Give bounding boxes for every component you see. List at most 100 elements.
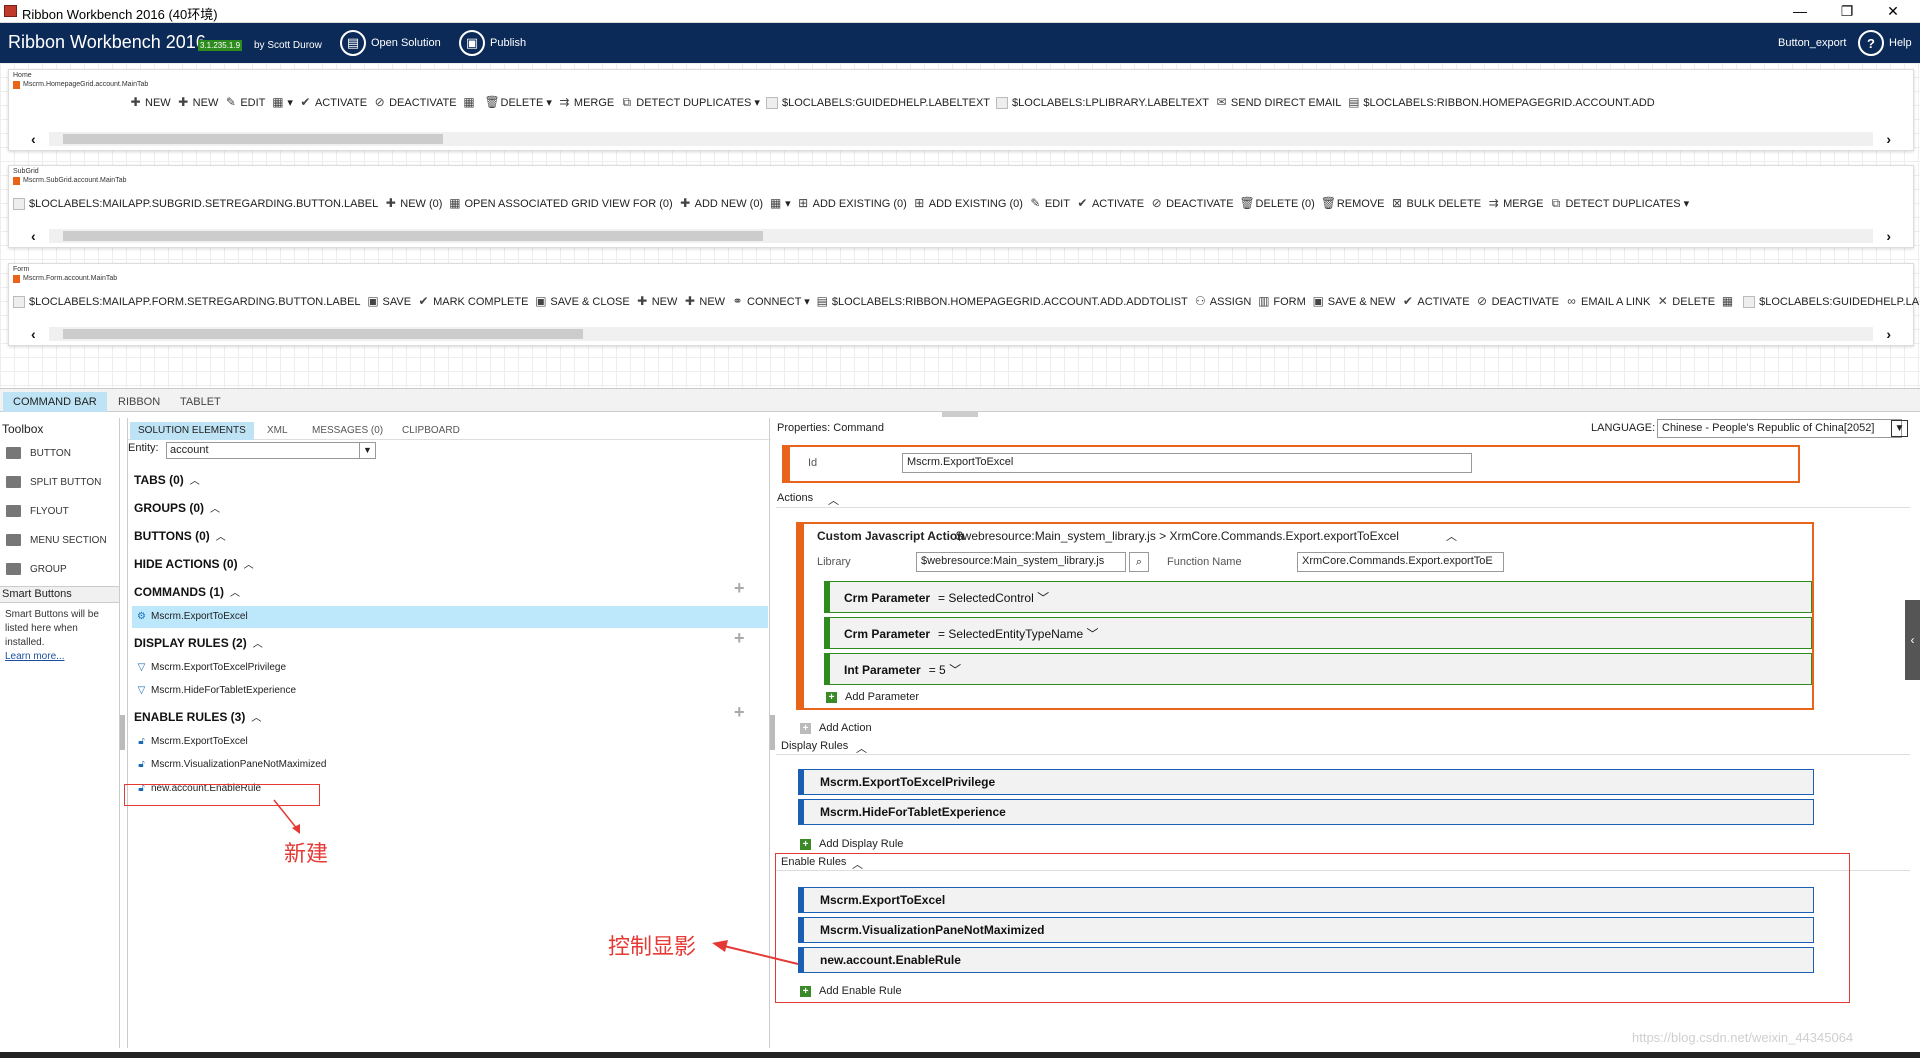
ribbon-command[interactable]: ✚ NEW (177, 96, 218, 109)
library-input[interactable]: $webresource:Main_system_library.js (916, 552, 1126, 572)
ribbon-command[interactable]: ⚇ ASSIGN (1194, 295, 1251, 308)
ribbon-scrollbar[interactable] (49, 132, 1873, 146)
collapse-icon[interactable]: ︿ (244, 560, 254, 571)
ribbon-command[interactable]: $LOCLABELS:GUIDEDHELP.LABE (1743, 295, 1920, 308)
ribbon-command[interactable]: ▤ $LOCLABELS:RIBBON.HOMEPAGEGRID.ACCOUNT.… (1347, 96, 1655, 109)
ribbon-command[interactable]: ✎ EDIT (1029, 197, 1070, 210)
ribbon-command[interactable]: ✎ EDIT (224, 96, 266, 109)
ribbon-command[interactable]: ⚭ CONNECT ▾ (731, 295, 810, 309)
enable-rule-item[interactable]: 🔓︎ Mscrm.ExportToExcel (136, 736, 247, 747)
ribbon-command[interactable]: $LOCLABELS:GUIDEDHELP.LABELTEXT (765, 96, 990, 109)
enable-rule-item[interactable]: 🔓︎ Mscrm.VisualizationPaneNotMaximized (136, 759, 326, 770)
tab-messages[interactable]: MESSAGES (0) (304, 422, 391, 440)
chevron-down-icon[interactable]: ▼ (359, 443, 375, 458)
tab-ribbon[interactable]: RIBBON (108, 392, 170, 412)
display-rule-item[interactable]: ▽ Mscrm.HideForTabletExperience (136, 685, 296, 696)
section-hide-actions[interactable]: HIDE ACTIONS (0) ︿ (134, 556, 254, 571)
ribbon-command[interactable]: ▤ $LOCLABELS:RIBBON.HOMEPAGEGRID.ACCOUNT.… (816, 295, 1188, 308)
ribbon-command[interactable]: ✚ ADD NEW (0) (679, 197, 763, 210)
display-rule-item[interactable]: ▽ Mscrm.ExportToExcelPrivilege (136, 662, 286, 673)
section-buttons[interactable]: BUTTONS (0) ︿ (134, 528, 226, 543)
add-enable-rule-icon[interactable]: + (734, 702, 745, 723)
ribbon-command[interactable]: ✔ ACTIVATE (1401, 295, 1470, 308)
section-commands[interactable]: COMMANDS (1) ︿ (134, 584, 240, 599)
collapse-icon[interactable]: ︿ (230, 588, 240, 599)
id-input[interactable]: Mscrm.ExportToExcel (902, 453, 1472, 473)
add-display-rule-button[interactable]: + Add Display Rule (800, 838, 903, 850)
collapse-icon[interactable]: ︿ (216, 532, 226, 543)
restore-button[interactable]: ❐ (1832, 2, 1862, 20)
display-rule-row[interactable]: Mscrm.HideForTabletExperience (798, 799, 1814, 825)
ribbon-scrollbar[interactable] (49, 229, 1873, 243)
chevron-down-icon[interactable]: ﹀ (949, 663, 961, 677)
add-parameter-button[interactable]: + Add Parameter (826, 691, 919, 703)
toolbox-button[interactable]: BUTTON (6, 447, 71, 459)
ribbon-command[interactable]: ⊠ BULK DELETE (1391, 197, 1481, 210)
ribbon-command[interactable]: ✚ NEW (636, 295, 677, 308)
scroll-left-icon[interactable]: ‹ (31, 228, 36, 244)
crm-parameter[interactable]: Crm Parameter = SelectedControl ﹀ (824, 581, 1812, 613)
int-parameter[interactable]: Int Parameter = 5 ﹀ (824, 653, 1812, 685)
toolbox-group[interactable]: GROUP (6, 563, 67, 575)
crm-parameter[interactable]: Crm Parameter = SelectedEntityTypeName ﹀ (824, 617, 1812, 649)
add-display-rule-icon[interactable]: + (734, 628, 745, 649)
tab-xml[interactable]: XML (259, 422, 296, 440)
ribbon-command[interactable]: ⊘ DEACTIVATE (373, 96, 457, 109)
function-name-input[interactable]: XrmCore.Commands.Export.exportToE (1297, 552, 1504, 572)
section-display-rules[interactable]: DISPLAY RULES (2) ︿ (134, 635, 263, 650)
ribbon-command[interactable]: $LOCLABELS:MAILAPP.SUBGRID.SETREGARDING.… (13, 197, 378, 210)
ribbon-command[interactable]: ✚ NEW (0) (384, 197, 443, 210)
toolbox-flyout[interactable]: FLYOUT (6, 505, 69, 517)
section-tabs[interactable]: TABS (0) ︿ (134, 472, 200, 487)
tab-solution-elements[interactable]: SOLUTION ELEMENTS (130, 422, 254, 440)
scroll-left-icon[interactable]: ‹ (31, 326, 36, 342)
scroll-thumb[interactable] (63, 134, 443, 144)
ribbon-command[interactable]: ▣ SAVE (367, 295, 411, 308)
collapse-icon[interactable]: ︿ (253, 639, 263, 650)
ribbon-command[interactable]: ▥ FORM (1257, 295, 1306, 308)
ribbon-command[interactable]: ▣ SAVE & NEW (1312, 295, 1396, 308)
ribbon-command[interactable]: ▦ ▾ (769, 197, 791, 211)
ribbon-command[interactable]: ⇉ MERGE (1487, 197, 1544, 210)
scroll-left-icon[interactable]: ‹ (31, 131, 36, 147)
ribbon-command[interactable]: ✔ ACTIVATE (1076, 197, 1144, 210)
ribbon-command[interactable]: ⊘ DEACTIVATE (1150, 197, 1234, 210)
collapse-icon[interactable]: ︿ (828, 492, 839, 508)
ribbon-command[interactable]: $LOCLABELS:MAILAPP.FORM.SETREGARDING.BUT… (13, 295, 361, 308)
ribbon-command[interactable]: ▦ (1721, 295, 1737, 308)
ribbon-command[interactable]: ✔ ACTIVATE (299, 96, 367, 109)
minimize-button[interactable]: — (1785, 2, 1815, 20)
scroll-thumb[interactable] (63, 231, 763, 241)
section-groups[interactable]: GROUPS (0) ︿ (134, 500, 220, 515)
close-button[interactable]: ✕ (1878, 2, 1908, 20)
help-button[interactable]: ? Help (1858, 28, 1912, 58)
ribbon-command[interactable]: ⧉ DETECT DUPLICATES ▾ (620, 96, 760, 110)
ribbon-command[interactable]: ✉ SEND DIRECT EMAIL (1215, 96, 1341, 109)
ribbon-command[interactable]: ⇉ MERGE (558, 96, 614, 109)
collapse-icon[interactable]: ︿ (190, 476, 200, 487)
ribbon-command[interactable]: ▦ ▾ (271, 96, 293, 110)
language-select[interactable]: Chinese - People's Republic of China[205… (1657, 419, 1902, 438)
chevron-down-icon[interactable]: ▼ (1891, 420, 1908, 437)
ribbon-command[interactable]: ▣ SAVE & CLOSE (534, 295, 629, 308)
ribbon-command[interactable]: ✚ NEW (683, 295, 725, 308)
side-collapse-handle[interactable]: ‹ (1905, 600, 1920, 680)
scroll-thumb[interactable] (63, 329, 583, 339)
collapse-icon[interactable]: ︿ (251, 713, 261, 724)
command-item[interactable]: ⚙ Mscrm.ExportToExcel (136, 611, 248, 622)
tab-clipboard[interactable]: CLIPBOARD (394, 422, 468, 440)
left-splitter[interactable] (120, 715, 125, 750)
ribbon-command[interactable]: ✕ DELETE (1656, 295, 1715, 308)
ribbon-command[interactable]: ▦ (463, 96, 479, 109)
splitter-handle[interactable] (942, 412, 978, 417)
learn-more-link[interactable]: Learn more... (5, 651, 64, 662)
collapse-icon[interactable]: ︿ (210, 504, 220, 515)
scroll-right-icon[interactable]: › (1886, 228, 1891, 244)
ribbon-command[interactable]: ▦ OPEN ASSOCIATED GRID VIEW FOR (0) (448, 197, 672, 210)
toolbox-split-button[interactable]: SPLIT BUTTON (6, 476, 101, 488)
ribbon-command[interactable]: 🗑︎ DELETE ▾ (485, 96, 552, 110)
publish-button[interactable]: ▣ Publish (459, 28, 526, 58)
toolbox-menu-section[interactable]: MENU SECTION (6, 534, 107, 546)
ribbon-command[interactable]: ⧉ DETECT DUPLICATES ▾ (1549, 197, 1690, 211)
add-command-icon[interactable]: + (734, 578, 745, 599)
